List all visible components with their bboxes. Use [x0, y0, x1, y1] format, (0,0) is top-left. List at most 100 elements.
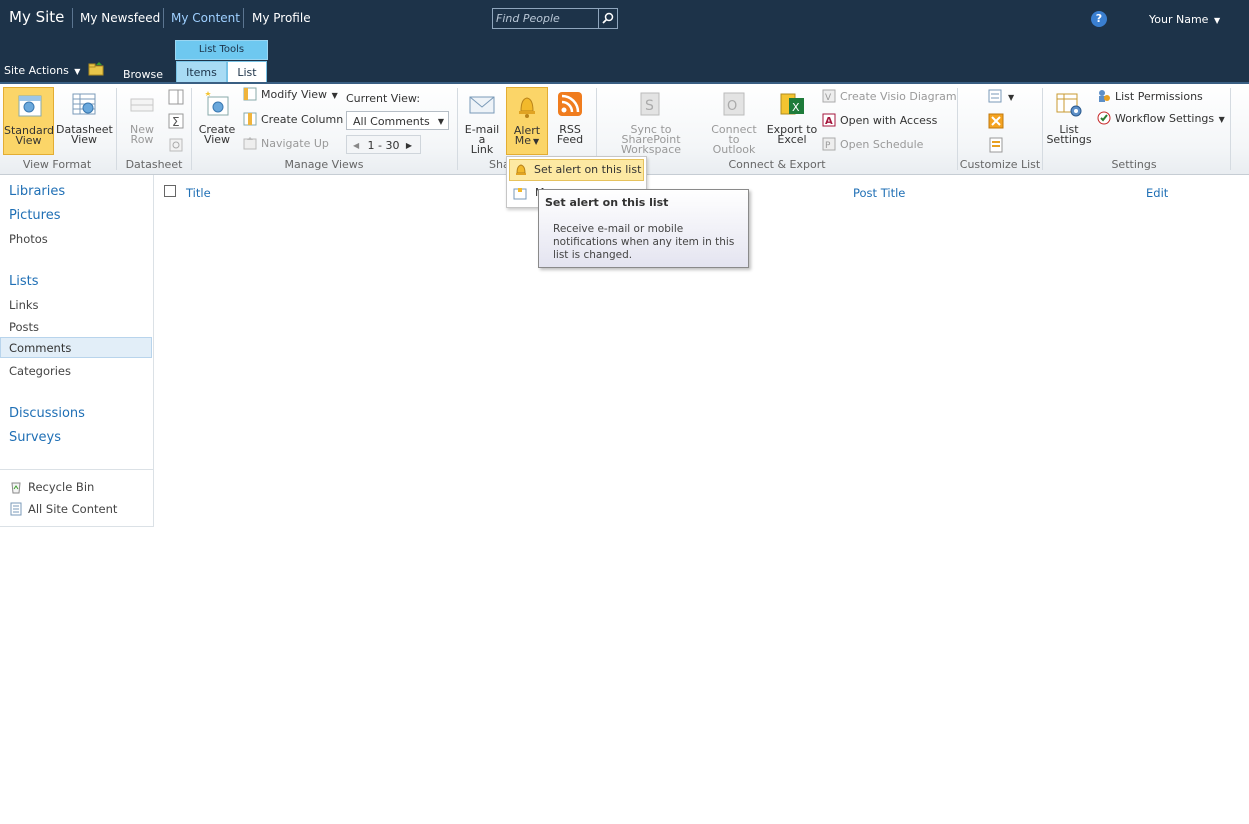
ql-discussions[interactable]: Discussions: [9, 406, 85, 421]
show-taskpane-icon[interactable]: [168, 89, 184, 105]
ql-comments-selected[interactable]: Comments: [0, 337, 152, 358]
column-header-title[interactable]: Title: [186, 186, 211, 200]
set-alert-on-list-menu-item[interactable]: Set alert on this list: [509, 159, 644, 181]
standard-view-icon: [18, 95, 41, 117]
export-excel-button[interactable]: X Export to Excel: [766, 87, 818, 145]
find-people-input[interactable]: [493, 9, 599, 28]
nav-my-content[interactable]: My Content: [171, 11, 240, 25]
group-separator: [1230, 88, 1231, 170]
open-schedule-label: Open Schedule: [840, 138, 924, 151]
workflow-icon: [1097, 111, 1111, 125]
modify-view-label: Modify View: [261, 88, 328, 101]
create-column-label: Create Column: [261, 113, 344, 126]
group-label-manage-views: Manage Views: [284, 158, 364, 171]
user-name: Your Name: [1149, 13, 1209, 26]
column-header-edit[interactable]: Edit: [1146, 186, 1168, 200]
access-icon: A: [822, 113, 836, 127]
export-excel-label-2: Excel: [777, 133, 807, 146]
svg-text:O: O: [727, 99, 737, 114]
sync-sharepoint-workspace-button[interactable]: S Sync to SharePoint Workspace: [600, 87, 702, 155]
list-permissions-label: List Permissions: [1115, 90, 1203, 103]
nav-my-newsfeed[interactable]: My Newsfeed: [80, 11, 160, 25]
outlook-icon: O: [723, 92, 745, 116]
email-link-label-1: E-mail a: [464, 123, 500, 146]
form-web-parts-icon: [988, 89, 1002, 103]
ql-links[interactable]: Links: [9, 298, 39, 312]
ql-lists[interactable]: Lists: [9, 274, 39, 289]
datasheet-view-button[interactable]: Datasheet View: [56, 87, 113, 146]
navigate-up-icon: [243, 137, 257, 150]
project-icon: P: [822, 137, 836, 151]
group-separator: [191, 88, 192, 170]
manage-alerts-icon: [513, 188, 527, 200]
chevron-down-icon: ▼: [329, 91, 338, 100]
email-link-button[interactable]: E-mail a Link: [460, 87, 504, 155]
quick-launch: Libraries Pictures Photos Lists Links Po…: [0, 175, 154, 527]
alert-me-button[interactable]: Alert Me ▼: [506, 87, 548, 155]
next-page-icon[interactable]: ▶: [406, 136, 412, 155]
user-menu[interactable]: Your Name ▼: [1149, 13, 1220, 26]
tab-items[interactable]: Items: [176, 61, 227, 84]
totals-sigma-icon[interactable]: Σ: [168, 113, 184, 129]
tooltip-body: Receive e-mail or mobile notifications w…: [553, 223, 735, 261]
ql-libraries[interactable]: Libraries: [9, 184, 65, 199]
list-tools-context-label: List Tools: [175, 40, 268, 60]
workflow-settings-button[interactable]: Workflow Settings ▼: [1097, 110, 1225, 128]
chevron-down-icon: ▼: [1008, 93, 1015, 102]
sharepoint-workspace-icon: S: [640, 92, 660, 116]
create-view-button[interactable]: Create View: [198, 87, 236, 145]
open-schedule-button[interactable]: P Open Schedule: [822, 136, 923, 154]
ql-photos[interactable]: Photos: [9, 232, 48, 246]
ql-categories[interactable]: Categories: [9, 364, 71, 378]
tab-browse[interactable]: Browse: [117, 66, 169, 83]
connect-outlook-button[interactable]: O Connect to Outlook: [704, 87, 764, 155]
datasheet-view-label-2: View: [70, 133, 98, 146]
form-web-parts-button[interactable]: ▼: [988, 88, 1014, 106]
new-quick-step-icon[interactable]: [988, 137, 1004, 153]
visio-icon: V: [822, 89, 836, 103]
open-with-access-button[interactable]: A Open with Access: [822, 112, 937, 130]
column-header-post-title[interactable]: Post Title: [853, 186, 905, 200]
group-separator: [457, 88, 458, 170]
ql-surveys[interactable]: Surveys: [9, 430, 61, 445]
site-title[interactable]: My Site: [9, 8, 64, 26]
standard-view-button[interactable]: Standard View: [3, 87, 54, 155]
site-actions-label: Site Actions: [4, 64, 69, 77]
new-row-button[interactable]: New Row: [124, 87, 160, 145]
ql-posts[interactable]: Posts: [9, 320, 39, 334]
ql-recycle-bin[interactable]: Recycle Bin: [9, 480, 94, 494]
navigate-up-label: Navigate Up: [261, 137, 329, 150]
group-label-settings: Settings: [1111, 158, 1157, 171]
create-visio-diagram-button[interactable]: V Create Visio Diagram: [822, 88, 957, 106]
bell-alert-icon: [516, 164, 526, 175]
navigate-up-folder-icon[interactable]: [88, 62, 104, 76]
search-button[interactable]: [598, 9, 617, 28]
new-row-label-2: Row: [130, 133, 154, 146]
group-label-connect-export: Connect & Export: [728, 158, 826, 171]
modify-view-button[interactable]: Modify View ▼: [243, 86, 338, 104]
ql-all-site-content[interactable]: All Site Content: [9, 502, 117, 516]
set-alert-on-list-label: Set alert on this list: [534, 163, 642, 176]
list-permissions-button[interactable]: List Permissions: [1097, 88, 1203, 106]
rss-feed-button[interactable]: RSS Feed: [552, 87, 588, 145]
connect-outlook-label-1: Connect to: [711, 123, 757, 146]
previous-page-icon[interactable]: ◀: [353, 136, 359, 155]
list-settings-button[interactable]: List Settings: [1046, 87, 1092, 145]
list-settings-label-2: Settings: [1046, 133, 1092, 146]
edit-list-icon[interactable]: [988, 113, 1004, 129]
ql-pictures[interactable]: Pictures: [9, 208, 60, 223]
select-all-checkbox[interactable]: [164, 185, 176, 197]
current-view-select[interactable]: All Comments ▼: [346, 111, 449, 130]
refresh-data-icon[interactable]: [168, 137, 184, 153]
navigate-up-button[interactable]: Navigate Up: [243, 135, 329, 153]
nav-my-profile[interactable]: My Profile: [252, 11, 311, 25]
svg-text:V: V: [825, 93, 832, 103]
create-visio-label: Create Visio Diagram: [840, 90, 957, 103]
bell-icon: [519, 97, 535, 118]
search-icon: [602, 12, 614, 24]
site-actions-menu[interactable]: Site Actions ▼: [4, 64, 80, 77]
group-separator: [116, 88, 117, 170]
create-column-button[interactable]: Create Column: [243, 111, 343, 129]
workflow-settings-label: Workflow Settings: [1115, 112, 1215, 125]
help-icon[interactable]: ?: [1091, 11, 1107, 27]
